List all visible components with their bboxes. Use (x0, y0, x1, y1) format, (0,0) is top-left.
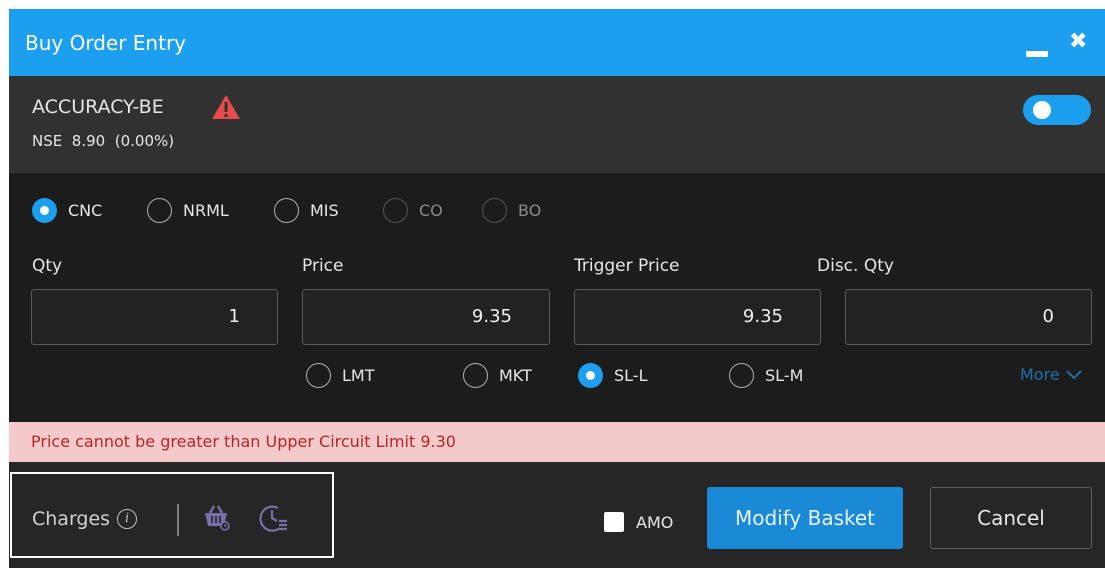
product-label: CO (419, 201, 443, 220)
radio-circle (578, 363, 603, 388)
basket-icon[interactable] (201, 502, 231, 532)
product-radio-co: CO (383, 198, 443, 223)
radio-circle (274, 198, 299, 223)
amo-label: AMO (636, 512, 674, 532)
warning-icon (212, 95, 240, 119)
charges-label: Charges (32, 508, 111, 530)
radio-circle (463, 363, 488, 388)
title-bar[interactable]: Buy Order Entry ✖ (9, 9, 1105, 76)
disc-qty-input[interactable]: 0 (845, 289, 1092, 345)
price-input[interactable]: 9.35 (302, 289, 550, 345)
product-label: NRML (183, 201, 229, 220)
footer-bar: Charges i AMO Modify Basket Cancel (9, 462, 1105, 568)
symbol-header: ACCURACY-BE NSE 8.90 (0.00%) (9, 76, 1105, 173)
qty-input[interactable]: 1 (31, 289, 278, 345)
order-type-radio-mkt[interactable]: MKT (463, 363, 532, 388)
info-icon[interactable]: i (117, 509, 138, 529)
ltp-value: 8.90 (71, 132, 106, 150)
more-options-link[interactable]: More (1020, 365, 1082, 384)
order-type-radio-sl-l[interactable]: SL-L (578, 363, 647, 388)
radio-circle (32, 198, 57, 223)
minimize-icon[interactable] (1026, 51, 1048, 57)
radio-circle (306, 363, 331, 388)
exchange-label: NSE (32, 132, 63, 150)
divider (177, 504, 179, 536)
order-type-label: LMT (342, 366, 375, 385)
amo-checkbox-box[interactable] (604, 512, 624, 532)
order-type-label: SL-M (765, 366, 804, 385)
symbol-name: ACCURACY-BE (32, 96, 164, 118)
radio-circle (383, 198, 408, 223)
product-label: MIS (310, 201, 339, 220)
trigger-price-input[interactable]: 9.35 (574, 289, 821, 345)
close-icon[interactable]: ✖ (1069, 29, 1087, 55)
charges-link[interactable]: Charges i (32, 508, 138, 530)
qty-label: Qty (32, 256, 63, 276)
amo-checkbox[interactable]: AMO (604, 512, 673, 532)
product-radio-bo: BO (482, 198, 541, 223)
buy-sell-toggle[interactable] (1023, 95, 1091, 125)
product-label: CNC (68, 201, 103, 220)
order-form: CNC NRML MIS CO BO Qty Price Trigger Pri… (9, 173, 1105, 422)
modify-basket-button[interactable]: Modify Basket (707, 487, 903, 549)
buy-order-window: Buy Order Entry ✖ ACCURACY-BE NSE 8.90 (… (9, 9, 1105, 568)
price-label: Price (302, 256, 344, 276)
radio-circle (147, 198, 172, 223)
product-label: BO (518, 201, 542, 220)
order-type-label: MKT (499, 366, 532, 385)
trigger-price-label: Trigger Price (574, 256, 680, 276)
cancel-button[interactable]: Cancel (930, 487, 1092, 549)
change-value: (0.00%) (114, 132, 175, 150)
disc-qty-label: Disc. Qty (817, 256, 894, 276)
product-radio-cnc[interactable]: CNC (32, 198, 102, 223)
more-label: More (1020, 365, 1060, 384)
window-title: Buy Order Entry (25, 31, 186, 55)
product-radio-mis[interactable]: MIS (274, 198, 339, 223)
symbol-quote: NSE 8.90 (0.00%) (32, 132, 174, 150)
order-type-radio-lmt[interactable]: LMT (306, 363, 375, 388)
radio-circle (482, 198, 507, 223)
order-type-radio-sl-m[interactable]: SL-M (729, 363, 803, 388)
order-type-label: SL-L (614, 366, 648, 385)
error-message: Price cannot be greater than Upper Circu… (9, 422, 1105, 462)
radio-circle (729, 363, 754, 388)
product-radio-nrml[interactable]: NRML (147, 198, 229, 223)
clock-list-icon[interactable] (258, 502, 290, 534)
toggle-knob (1033, 101, 1051, 119)
chevron-down-icon (1065, 369, 1082, 379)
